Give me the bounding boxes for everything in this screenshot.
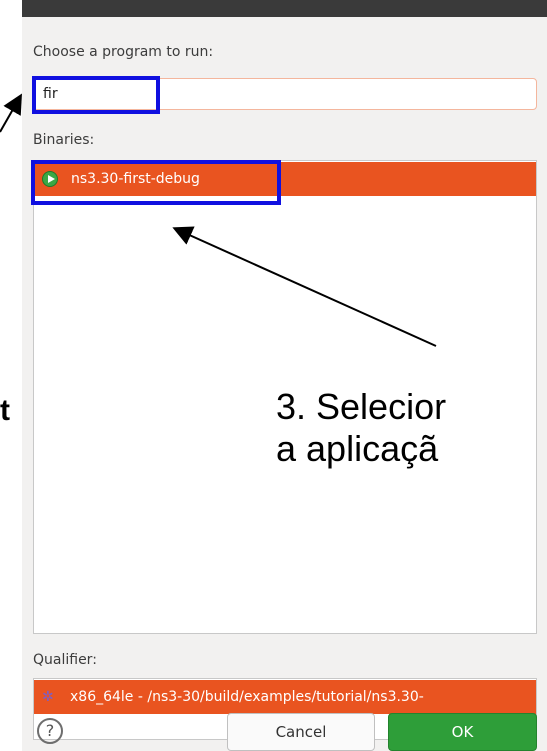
prompt-label: Choose a program to run: (33, 44, 214, 60)
window-title-bar (22, 0, 547, 17)
cancel-button[interactable]: Cancel (227, 713, 375, 751)
filter-highlight (32, 76, 160, 114)
qualifier-label: Qualifier: (33, 652, 97, 668)
binary-highlight (31, 160, 281, 205)
arrow-to-filter (0, 93, 22, 133)
binaries-label: Binaries: (33, 132, 95, 148)
qualifier-path: x86_64le - /ns3-30/build/examples/tutori… (70, 689, 424, 705)
annotation-step-line2: a aplicaçã (272, 428, 443, 470)
ok-button[interactable]: OK (388, 713, 537, 751)
bug-icon: ✲ (42, 689, 54, 705)
list-item[interactable]: ✲ x86_64le - /ns3-30/build/examples/tuto… (34, 680, 536, 714)
help-icon[interactable]: ? (37, 718, 63, 744)
annotation-step-line1: 3. Selecior (272, 386, 451, 428)
annotation-fragment: t (0, 394, 10, 427)
